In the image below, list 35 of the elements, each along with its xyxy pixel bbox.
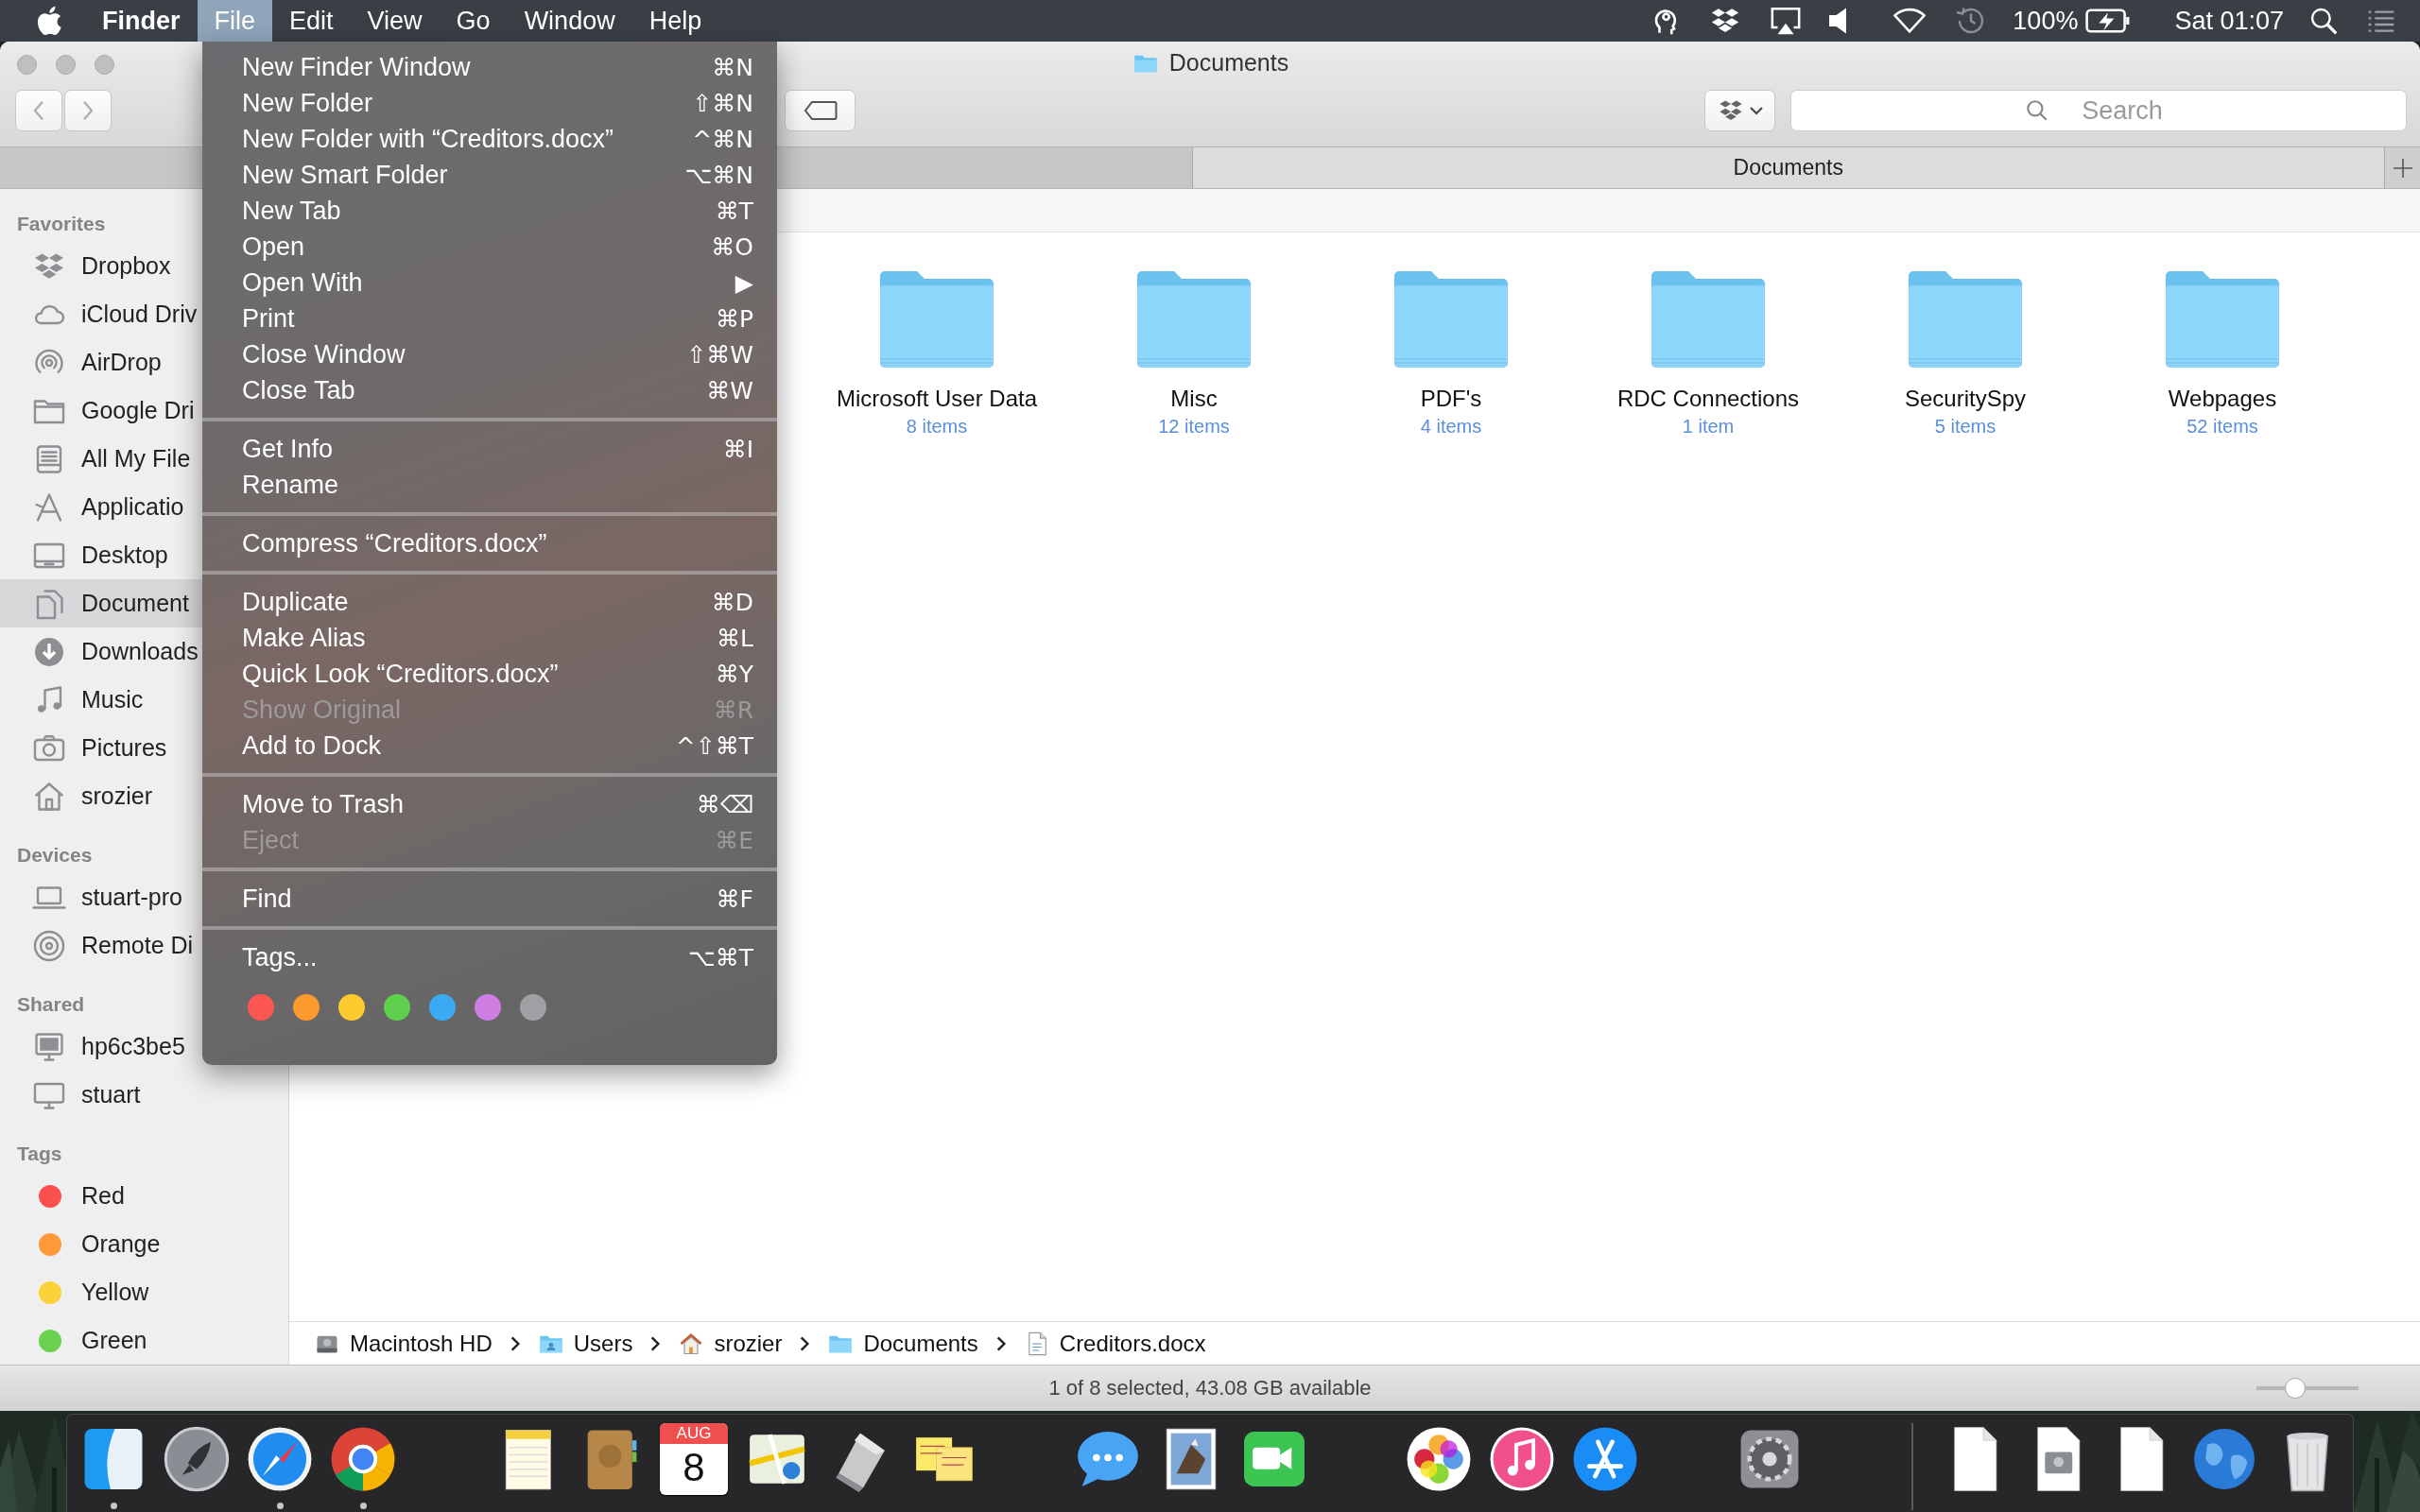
sidebar-label: Applicatio — [81, 493, 184, 521]
sidebar-heading: Favorites — [17, 212, 106, 236]
item-count: 12 items — [1158, 416, 1230, 438]
sidebar-label: hp6c3be5 — [81, 1033, 185, 1060]
sidebar-label: srozier — [81, 782, 152, 810]
sidebar-label: Desktop — [81, 541, 168, 569]
sidebar-label: AirDrop — [81, 349, 162, 376]
sidebar-label: stuart — [81, 1081, 141, 1108]
status-text: 1 of 8 selected, 43.08 GB available — [1048, 1376, 1372, 1400]
battery-percent: 100% — [2013, 6, 2079, 36]
sidebar-heading: Devices — [17, 843, 93, 868]
calendar-month: AUG — [660, 1423, 728, 1444]
item-count: 8 items — [906, 416, 968, 438]
sidebar-label: iCloud Driv — [81, 301, 198, 328]
calendar-day: 8 — [683, 1444, 705, 1491]
sidebar-label: stuart-pro — [81, 884, 182, 911]
sidebar-label: Downloads — [81, 638, 199, 665]
sidebar-label: Green — [81, 1327, 147, 1354]
sidebar-label: Remote Di — [81, 932, 194, 959]
sidebar-label: Red — [81, 1182, 125, 1210]
sidebar-label: Orange — [81, 1230, 161, 1258]
sidebar-label: Pictures — [81, 734, 167, 762]
sidebar-label: Music — [81, 686, 144, 713]
sidebar-heading: Shared — [17, 992, 85, 1017]
item-count: 5 items — [1934, 416, 1996, 438]
sidebar-label: Google Dri — [81, 397, 195, 424]
sidebar-label: Yellow — [81, 1279, 149, 1306]
item-count: 4 items — [1420, 416, 1482, 438]
sidebar-label: Dropbox — [81, 252, 171, 280]
sidebar-label: Document — [81, 590, 189, 617]
window-title: Documents — [1168, 49, 1289, 77]
item-count: 52 items — [2187, 416, 2258, 438]
sidebar-heading: Tags — [17, 1142, 62, 1166]
item-count: 1 item — [1682, 416, 1735, 438]
sidebar-label: All My File — [81, 445, 191, 472]
